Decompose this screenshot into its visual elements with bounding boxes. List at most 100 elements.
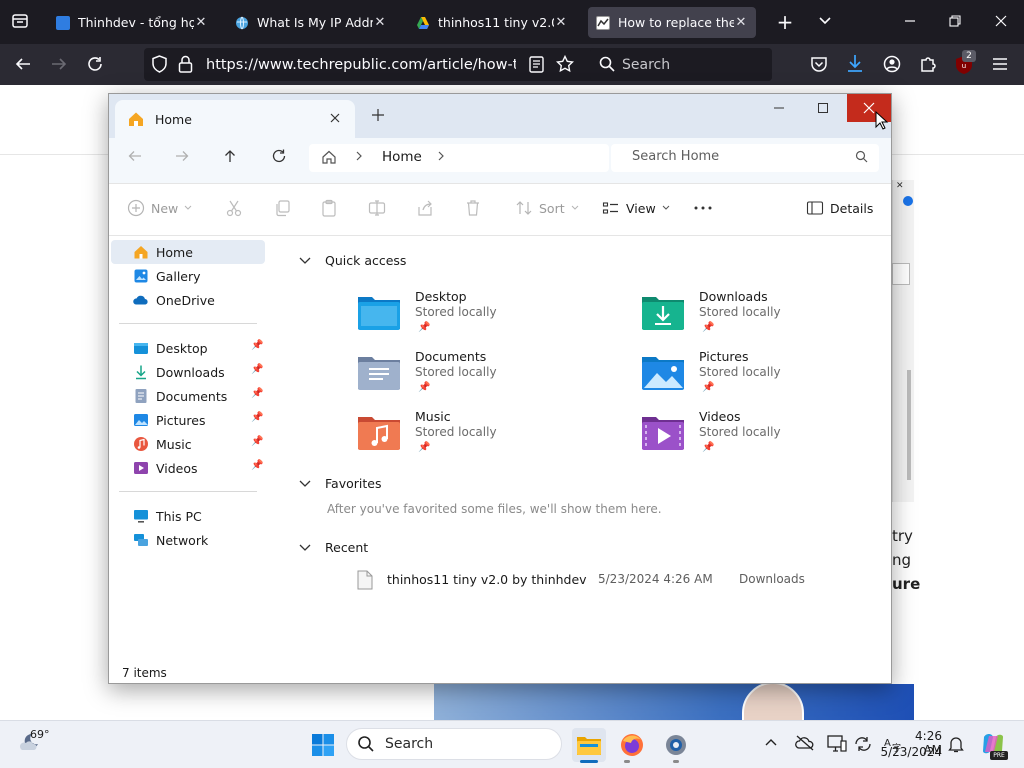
quick-access-documents[interactable]: Documents Stored locally 📌 [357, 349, 617, 405]
pocket-icon[interactable] [810, 55, 828, 73]
nav-item-desktop[interactable]: Desktop 📌 [111, 336, 265, 360]
nav-item-downloads[interactable]: Downloads 📌 [111, 360, 265, 384]
recent-row[interactable]: thinhos11 tiny v2.0 by thinhdev 5/23/202… [355, 568, 815, 592]
quick-access-downloads[interactable]: Downloads Stored locally 📌 [641, 289, 891, 345]
nav-item-this-pc[interactable]: This PC [111, 504, 265, 528]
account-icon[interactable] [883, 55, 901, 73]
details-button[interactable]: Details [806, 199, 873, 217]
ad-close-icon[interactable]: ✕ [896, 181, 906, 191]
nav-item-gallery[interactable]: Gallery [111, 264, 265, 288]
explorer-tab-close-icon[interactable] [329, 112, 343, 126]
tray-chevron-up-icon[interactable] [765, 737, 779, 751]
home-icon [127, 110, 145, 128]
browser-tab-active[interactable]: How to replace the Wi ✕ [588, 7, 756, 38]
new-button[interactable]: New [127, 199, 192, 217]
quick-access-desktop[interactable]: Desktop Stored locally 📌 [357, 289, 617, 345]
explorer-search-icon[interactable] [855, 150, 869, 164]
explorer-address-bar[interactable] [309, 144, 609, 172]
tab-list-chevron-icon[interactable] [815, 12, 835, 32]
nav-item-network[interactable]: Network [111, 528, 265, 552]
nav-item-label: Music [156, 436, 192, 452]
delete-icon[interactable] [464, 199, 482, 217]
item-count: 7 items [122, 666, 167, 680]
explorer-new-tab-icon[interactable] [371, 108, 387, 124]
explorer-refresh-icon[interactable] [271, 148, 289, 166]
reader-view-icon[interactable] [529, 56, 545, 73]
nav-item-documents[interactable]: Documents 📌 [111, 384, 265, 408]
nav-item-videos[interactable]: Videos 📌 [111, 456, 265, 480]
update-icon[interactable] [853, 735, 873, 753]
tab-close-icon[interactable]: ✕ [194, 15, 208, 30]
pin-icon[interactable]: 📌 [251, 412, 263, 426]
breadcrumb-chevron-icon[interactable] [437, 150, 447, 164]
tab-close-icon[interactable]: ✕ [373, 15, 387, 30]
bookmark-star-icon[interactable] [555, 54, 575, 73]
explorer-tab-home[interactable]: Home [115, 100, 355, 138]
breadcrumb-home[interactable]: Home [382, 149, 442, 167]
taskbar-firefox[interactable] [615, 728, 649, 762]
paste-icon[interactable] [320, 199, 338, 217]
tab-close-icon[interactable]: ✕ [554, 15, 568, 30]
copy-icon[interactable] [273, 199, 291, 217]
explorer-maximize-icon[interactable] [817, 102, 833, 118]
pin-icon[interactable]: 📌 [251, 364, 263, 378]
rename-icon[interactable] [368, 199, 386, 217]
reload-icon[interactable] [86, 55, 106, 75]
start-button[interactable] [306, 728, 340, 762]
view-button[interactable]: View [602, 199, 670, 217]
taskbar-settings[interactable] [659, 728, 693, 762]
cut-icon[interactable] [225, 199, 243, 217]
clock-time[interactable]: 4:26 AM [896, 729, 942, 757]
explorer-forward-icon[interactable] [174, 148, 192, 166]
browser-tab[interactable]: Thinhdev - tổng hợp ả ✕ [48, 7, 216, 38]
recent-header[interactable]: Recent [299, 540, 368, 555]
breadcrumb-chevron-icon[interactable] [355, 150, 365, 164]
browser-close-icon[interactable] [991, 12, 1011, 32]
browser-tab[interactable]: thinhos11 tiny v2.0 by t ✕ [408, 7, 576, 38]
firefox-view-icon[interactable] [10, 12, 30, 32]
browser-tab[interactable]: What Is My IP Address ✕ [227, 7, 395, 38]
lock-icon[interactable] [178, 55, 194, 73]
item-name: Videos [699, 409, 741, 424]
explorer-minimize-icon[interactable] [773, 102, 789, 118]
quick-access-header[interactable]: Quick access [299, 253, 406, 268]
shield-icon[interactable] [151, 55, 169, 73]
display-icon[interactable] [827, 735, 847, 753]
clock-date[interactable]: 5/23/2024 [880, 745, 942, 761]
nav-item-home[interactable]: Home [111, 240, 265, 264]
nav-item-onedrive[interactable]: OneDrive [111, 288, 265, 312]
tab-close-icon[interactable]: ✕ [734, 15, 748, 30]
back-arrow-icon[interactable] [14, 55, 34, 75]
forward-arrow-icon[interactable] [50, 55, 70, 75]
taskbar-file-explorer[interactable] [572, 728, 606, 762]
nav-item-music[interactable]: Music 📌 [111, 432, 265, 456]
sort-button[interactable]: Sort [515, 199, 579, 217]
explorer-back-icon[interactable] [127, 148, 145, 166]
share-icon[interactable] [416, 199, 434, 217]
quick-access-pictures[interactable]: Pictures Stored locally 📌 [641, 349, 891, 405]
new-tab-icon[interactable]: + [775, 12, 795, 32]
taskbar-search[interactable]: Search [346, 728, 562, 760]
favorites-header[interactable]: Favorites [299, 476, 381, 491]
pin-icon[interactable]: 📌 [251, 436, 263, 450]
nav-item-pictures[interactable]: Pictures 📌 [111, 408, 265, 432]
downloads-icon[interactable] [846, 54, 864, 74]
quick-access-videos[interactable]: Videos Stored locally 📌 [641, 409, 891, 465]
quick-access-music[interactable]: Music Stored locally 📌 [357, 409, 617, 465]
extensions-puzzle-icon[interactable] [919, 55, 937, 73]
pin-icon[interactable]: 📌 [251, 460, 263, 474]
notification-bell-icon[interactable] [948, 735, 966, 753]
more-options-icon[interactable] [693, 199, 713, 217]
pin-icon[interactable]: 📌 [251, 340, 263, 354]
explorer-up-icon[interactable] [222, 148, 240, 166]
pin-icon[interactable]: 📌 [251, 388, 263, 402]
onedrive-offline-icon[interactable] [795, 735, 815, 753]
downloads-folder-icon [136, 365, 146, 380]
ad-info-icon[interactable] [903, 196, 913, 206]
nav-item-label: Videos [156, 460, 198, 476]
menu-hamburger-icon[interactable] [992, 56, 1008, 72]
browser-restore-icon[interactable] [945, 12, 965, 32]
url-text[interactable]: https://www.techrepublic.com/article/how… [206, 55, 516, 75]
browser-minimize-icon[interactable] [900, 12, 920, 32]
file-icon [357, 570, 373, 590]
